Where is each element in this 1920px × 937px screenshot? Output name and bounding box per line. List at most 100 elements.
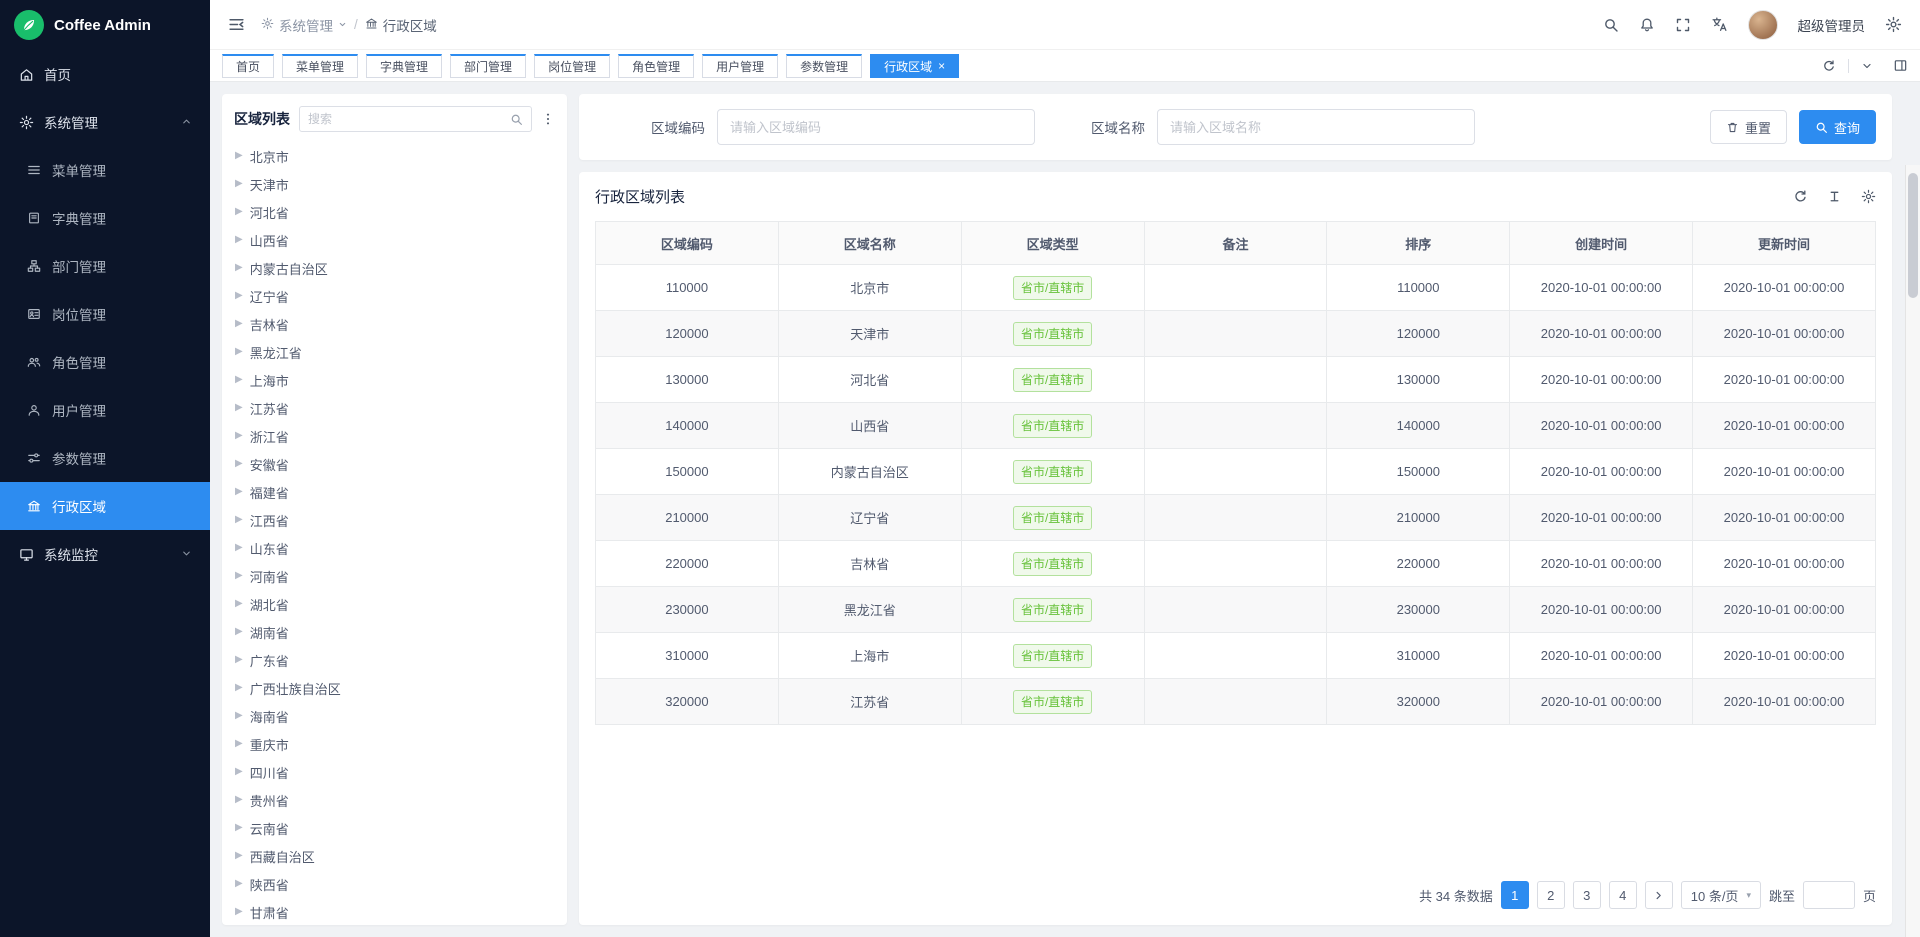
tab-岗位管理[interactable]: 岗位管理 bbox=[534, 54, 610, 78]
caret-right-icon[interactable]: ▶ bbox=[235, 431, 243, 441]
tree-item-天津市[interactable]: ▶天津市 bbox=[222, 170, 567, 198]
tab-参数管理[interactable]: 参数管理 bbox=[786, 54, 862, 78]
caret-right-icon[interactable]: ▶ bbox=[235, 795, 243, 805]
tree-item-贵州省[interactable]: ▶贵州省 bbox=[222, 786, 567, 814]
sidebar-item-部门管理[interactable]: 部门管理 bbox=[0, 242, 210, 290]
caret-right-icon[interactable]: ▶ bbox=[235, 375, 243, 385]
search-icon[interactable] bbox=[1603, 17, 1619, 33]
panel-layout-icon[interactable] bbox=[1893, 58, 1908, 73]
refresh-icon[interactable] bbox=[1822, 59, 1836, 73]
caret-right-icon[interactable]: ▶ bbox=[235, 683, 243, 693]
caret-right-icon[interactable]: ▶ bbox=[235, 655, 243, 665]
tree-item-河南省[interactable]: ▶河南省 bbox=[222, 562, 567, 590]
settings-gear-icon[interactable] bbox=[1885, 16, 1902, 33]
tab-角色管理[interactable]: 角色管理 bbox=[618, 54, 694, 78]
tree-item-福建省[interactable]: ▶福建省 bbox=[222, 478, 567, 506]
table-row-110000[interactable]: 110000北京市省市/直辖市1100002020-10-01 00:00:00… bbox=[596, 265, 1876, 311]
page-button-3[interactable]: 3 bbox=[1573, 881, 1601, 909]
scrollbar-thumb[interactable] bbox=[1908, 173, 1918, 298]
caret-right-icon[interactable]: ▶ bbox=[235, 459, 243, 469]
refresh-icon[interactable] bbox=[1793, 189, 1808, 204]
row-density-icon[interactable] bbox=[1827, 189, 1842, 204]
sidebar-item-用户管理[interactable]: 用户管理 bbox=[0, 386, 210, 434]
translate-icon[interactable] bbox=[1711, 16, 1728, 33]
fullscreen-icon[interactable] bbox=[1675, 17, 1691, 33]
caret-right-icon[interactable]: ▶ bbox=[235, 403, 243, 413]
region-code-input[interactable] bbox=[717, 109, 1035, 145]
sidebar-item-菜单管理[interactable]: 菜单管理 bbox=[0, 146, 210, 194]
next-page-button[interactable] bbox=[1645, 881, 1673, 909]
reset-button[interactable]: 重置 bbox=[1710, 110, 1787, 144]
tab-菜单管理[interactable]: 菜单管理 bbox=[282, 54, 358, 78]
caret-right-icon[interactable]: ▶ bbox=[235, 767, 243, 777]
tab-字典管理[interactable]: 字典管理 bbox=[366, 54, 442, 78]
breadcrumb-system[interactable]: 系统管理 bbox=[261, 15, 347, 35]
tree-item-山西省[interactable]: ▶山西省 bbox=[222, 226, 567, 254]
window-scrollbar[interactable] bbox=[1905, 165, 1920, 937]
caret-right-icon[interactable]: ▶ bbox=[235, 907, 243, 917]
tree-item-甘肃省[interactable]: ▶甘肃省 bbox=[222, 898, 567, 925]
sidebar-item-system[interactable]: 系统管理 bbox=[0, 98, 210, 146]
caret-right-icon[interactable]: ▶ bbox=[235, 739, 243, 749]
tab-部门管理[interactable]: 部门管理 bbox=[450, 54, 526, 78]
caret-right-icon[interactable]: ▶ bbox=[235, 571, 243, 581]
table-row-320000[interactable]: 320000江苏省省市/直辖市3200002020-10-01 00:00:00… bbox=[596, 679, 1876, 725]
caret-right-icon[interactable]: ▶ bbox=[235, 319, 243, 329]
caret-right-icon[interactable]: ▶ bbox=[235, 823, 243, 833]
tree-item-辽宁省[interactable]: ▶辽宁省 bbox=[222, 282, 567, 310]
region-name-input[interactable] bbox=[1157, 109, 1475, 145]
tree-item-山东省[interactable]: ▶山东省 bbox=[222, 534, 567, 562]
tab-行政区域[interactable]: 行政区域× bbox=[870, 54, 959, 78]
sidebar-item-行政区域[interactable]: 行政区域 bbox=[0, 482, 210, 530]
caret-right-icon[interactable]: ▶ bbox=[235, 179, 243, 189]
caret-right-icon[interactable]: ▶ bbox=[235, 543, 243, 553]
caret-right-icon[interactable]: ▶ bbox=[235, 879, 243, 889]
tree-item-江西省[interactable]: ▶江西省 bbox=[222, 506, 567, 534]
tree-item-重庆市[interactable]: ▶重庆市 bbox=[222, 730, 567, 758]
tree-item-吉林省[interactable]: ▶吉林省 bbox=[222, 310, 567, 338]
caret-right-icon[interactable]: ▶ bbox=[235, 711, 243, 721]
caret-right-icon[interactable]: ▶ bbox=[235, 291, 243, 301]
caret-right-icon[interactable]: ▶ bbox=[235, 627, 243, 637]
sidebar-item-参数管理[interactable]: 参数管理 bbox=[0, 434, 210, 482]
tree-item-浙江省[interactable]: ▶浙江省 bbox=[222, 422, 567, 450]
page-button-2[interactable]: 2 bbox=[1537, 881, 1565, 909]
caret-right-icon[interactable]: ▶ bbox=[235, 487, 243, 497]
tree-item-上海市[interactable]: ▶上海市 bbox=[222, 366, 567, 394]
tree-item-广东省[interactable]: ▶广东省 bbox=[222, 646, 567, 674]
tab-options-chevron-icon[interactable] bbox=[1861, 60, 1873, 72]
tree-item-西藏自治区[interactable]: ▶西藏自治区 bbox=[222, 842, 567, 870]
tree-item-广西壮族自治区[interactable]: ▶广西壮族自治区 bbox=[222, 674, 567, 702]
tree-item-黑龙江省[interactable]: ▶黑龙江省 bbox=[222, 338, 567, 366]
menu-fold-icon[interactable] bbox=[228, 16, 245, 33]
caret-right-icon[interactable]: ▶ bbox=[235, 515, 243, 525]
page-button-4[interactable]: 4 bbox=[1609, 881, 1637, 909]
sidebar-item-岗位管理[interactable]: 岗位管理 bbox=[0, 290, 210, 338]
sidebar-item-角色管理[interactable]: 角色管理 bbox=[0, 338, 210, 386]
tree-item-河北省[interactable]: ▶河北省 bbox=[222, 198, 567, 226]
table-row-140000[interactable]: 140000山西省省市/直辖市1400002020-10-01 00:00:00… bbox=[596, 403, 1876, 449]
table-row-210000[interactable]: 210000辽宁省省市/直辖市2100002020-10-01 00:00:00… bbox=[596, 495, 1876, 541]
caret-right-icon[interactable]: ▶ bbox=[235, 263, 243, 273]
tab-close-icon[interactable]: × bbox=[938, 60, 945, 72]
column-settings-gear-icon[interactable] bbox=[1861, 189, 1876, 204]
tree-item-湖北省[interactable]: ▶湖北省 bbox=[222, 590, 567, 618]
tree-item-江苏省[interactable]: ▶江苏省 bbox=[222, 394, 567, 422]
tree-more-dots-icon[interactable] bbox=[541, 112, 555, 126]
caret-right-icon[interactable]: ▶ bbox=[235, 151, 243, 161]
tab-用户管理[interactable]: 用户管理 bbox=[702, 54, 778, 78]
tree-item-北京市[interactable]: ▶北京市 bbox=[222, 142, 567, 170]
table-row-150000[interactable]: 150000内蒙古自治区省市/直辖市1500002020-10-01 00:00… bbox=[596, 449, 1876, 495]
tree-item-湖南省[interactable]: ▶湖南省 bbox=[222, 618, 567, 646]
table-row-310000[interactable]: 310000上海市省市/直辖市3100002020-10-01 00:00:00… bbox=[596, 633, 1876, 679]
caret-right-icon[interactable]: ▶ bbox=[235, 347, 243, 357]
sidebar-item-字典管理[interactable]: 字典管理 bbox=[0, 194, 210, 242]
tree-item-海南省[interactable]: ▶海南省 bbox=[222, 702, 567, 730]
search-icon[interactable] bbox=[510, 113, 523, 126]
page-size-select[interactable]: 10 条/页 ▾ bbox=[1681, 881, 1761, 909]
jump-page-input[interactable] bbox=[1803, 881, 1855, 909]
tree-item-云南省[interactable]: ▶云南省 bbox=[222, 814, 567, 842]
sidebar-item-home[interactable]: 首页 bbox=[0, 50, 210, 98]
tab-首页[interactable]: 首页 bbox=[222, 54, 274, 78]
caret-right-icon[interactable]: ▶ bbox=[235, 235, 243, 245]
